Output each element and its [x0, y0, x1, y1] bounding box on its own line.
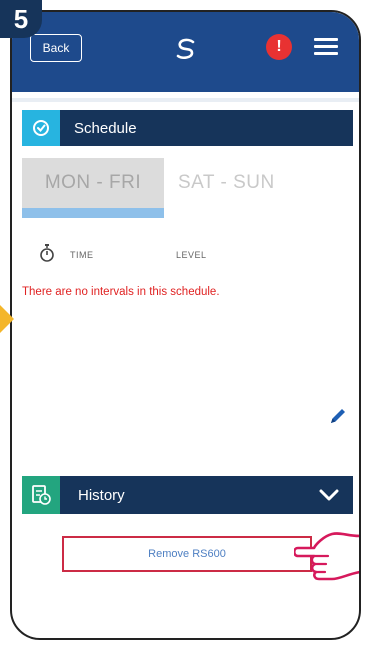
alert-icon[interactable]: ! — [266, 34, 292, 60]
tab-sat-sun[interactable]: SAT - SUN — [164, 158, 306, 208]
tab-active-indicator — [22, 208, 164, 218]
clock-icon — [22, 110, 60, 146]
step-number-badge: 5 — [0, 0, 42, 38]
empty-schedule-message: There are no intervals in this schedule. — [22, 286, 220, 298]
tab-mon-fri[interactable]: MON - FRI — [22, 158, 164, 208]
history-header[interactable]: History — [22, 476, 353, 514]
column-level-label: LEVEL — [176, 250, 207, 260]
remove-device-link[interactable]: Remove RS600 — [148, 548, 226, 560]
history-icon — [22, 476, 60, 514]
chevron-down-icon[interactable] — [319, 488, 339, 502]
logo-icon — [176, 38, 195, 59]
pencil-icon[interactable] — [328, 406, 348, 426]
schedule-header: Schedule — [22, 110, 353, 146]
remove-device-highlight[interactable]: Remove RS600 — [62, 536, 312, 572]
back-button[interactable]: Back — [30, 34, 82, 62]
top-bar: Back ! — [12, 12, 359, 92]
phone-frame: Back ! Schedule MON - FRI SAT - SUN TIME… — [10, 10, 361, 640]
side-arrow-indicator — [0, 305, 14, 333]
pointing-hand-icon — [294, 532, 359, 581]
stopwatch-icon — [40, 244, 54, 262]
schedule-title: Schedule — [74, 119, 137, 137]
header-separator — [12, 98, 359, 102]
column-time-label: TIME — [70, 250, 94, 260]
menu-icon[interactable] — [314, 38, 338, 56]
history-title: History — [78, 486, 125, 504]
